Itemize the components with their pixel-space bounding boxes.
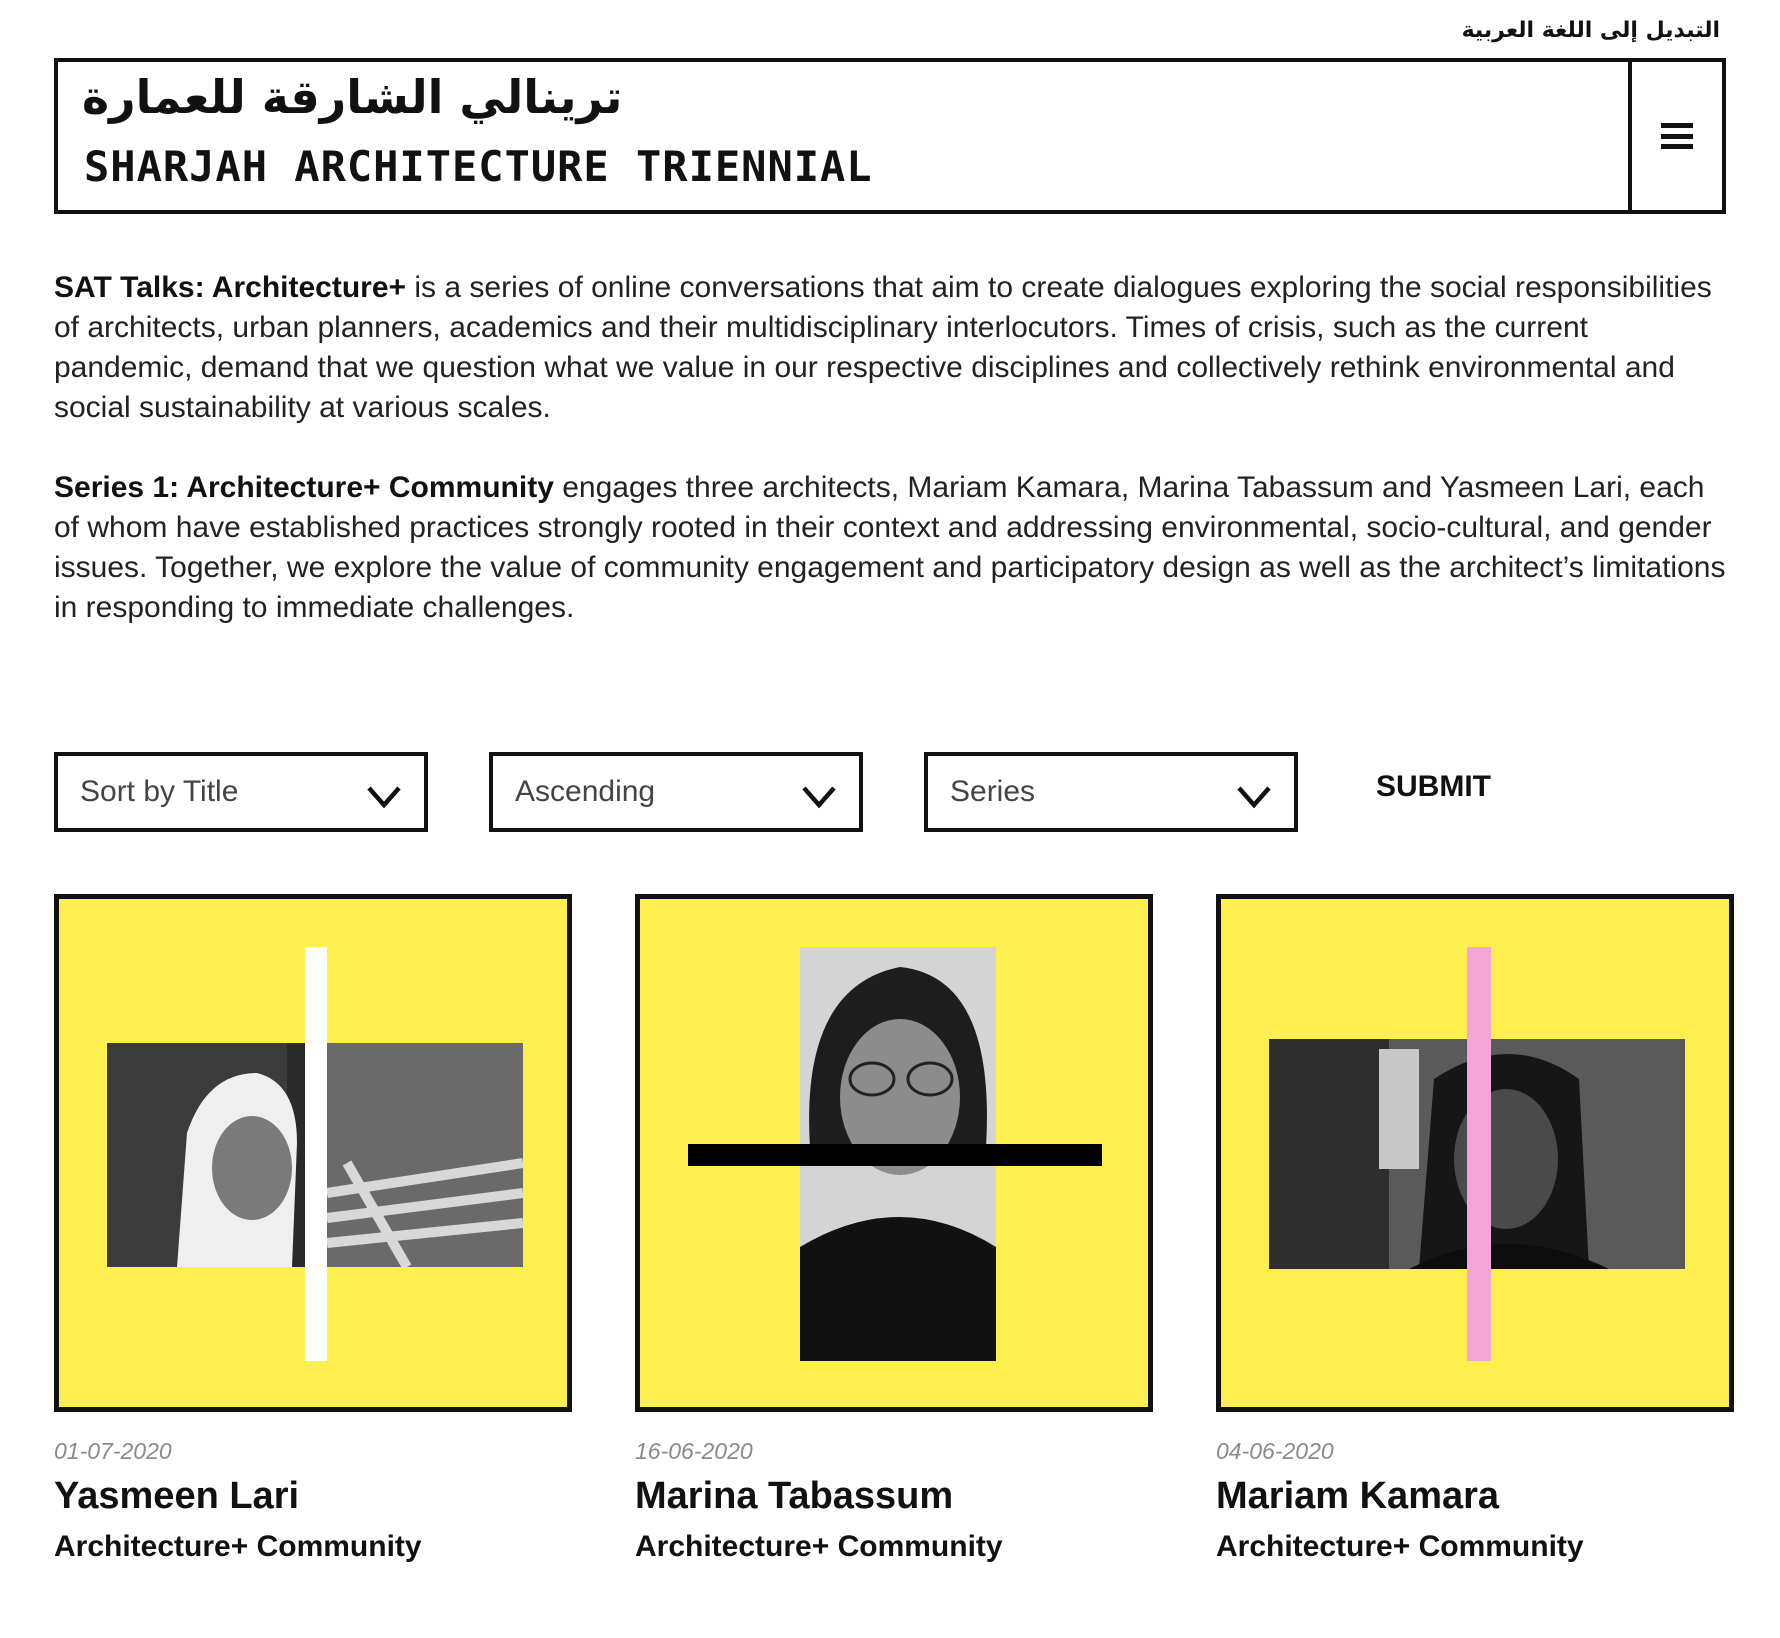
series-label: Architecture+ Community [1216, 1530, 1584, 1563]
hamburger-icon [1661, 123, 1693, 149]
language-switch-link[interactable]: التبديل إلى اللغة العربية [1462, 18, 1720, 43]
talk-card[interactable]: 04-06-2020 Mariam Kamara Architecture+ C… [1216, 894, 1734, 1564]
speaker-name: Mariam Kamara [1216, 1475, 1500, 1517]
site-header: ترينالي الشارقة للعمارة SHARJAH ARCHITEC… [54, 58, 1726, 214]
submit-button[interactable]: SUBMIT [1376, 770, 1491, 804]
series-select[interactable]: Series [924, 752, 1298, 832]
intro-text: SAT Talks: Architecture+ is a series of … [54, 268, 1734, 668]
talk-card[interactable]: 01-07-2020 Yasmeen Lari Architecture+ Co… [54, 894, 572, 1564]
talk-date: 04-06-2020 [1216, 1438, 1334, 1464]
logo-english-text: SHARJAH ARCHITECTURE TRIENNIAL [84, 142, 873, 191]
site-logo[interactable]: ترينالي الشارقة للعمارة SHARJAH ARCHITEC… [58, 62, 1628, 210]
intro-title-bold: SAT Talks: Architecture+ [54, 271, 407, 304]
card-image-tile [1216, 894, 1734, 1412]
intro-paragraph-1: SAT Talks: Architecture+ is a series of … [54, 268, 1734, 428]
card-image-tile [54, 894, 572, 1412]
menu-button[interactable] [1628, 62, 1722, 210]
order-select[interactable]: Ascending [489, 752, 863, 832]
intro-paragraph-2: Series 1: Architecture+ Community engage… [54, 468, 1734, 628]
accent-bar [688, 1144, 1102, 1166]
chevron-down-icon [367, 786, 401, 809]
chevron-down-icon [802, 786, 836, 809]
series-value: Series [950, 775, 1036, 808]
series-label: Architecture+ Community [54, 1530, 422, 1563]
speaker-name: Marina Tabassum [635, 1475, 954, 1517]
talk-card[interactable]: 16-06-2020 Marina Tabassum Architecture+… [635, 894, 1153, 1564]
filter-bar: Sort by Title Ascending Series SUBMIT [54, 752, 1734, 832]
speaker-name: Yasmeen Lari [54, 1475, 300, 1517]
logo-arabic-text: ترينالي الشارقة للعمارة [82, 70, 623, 124]
series-label: Architecture+ Community [635, 1530, 1003, 1563]
talk-date: 01-07-2020 [54, 1438, 172, 1464]
card-image-tile [635, 894, 1153, 1412]
talk-date: 16-06-2020 [635, 1438, 753, 1464]
sort-by-value: Sort by Title [80, 775, 239, 808]
order-value: Ascending [515, 775, 656, 808]
chevron-down-icon [1237, 786, 1271, 809]
series-title-bold: Series 1: Architecture+ Community [54, 471, 554, 504]
accent-bar [1467, 947, 1491, 1361]
sort-by-select[interactable]: Sort by Title [54, 752, 428, 832]
accent-bar [305, 947, 327, 1361]
